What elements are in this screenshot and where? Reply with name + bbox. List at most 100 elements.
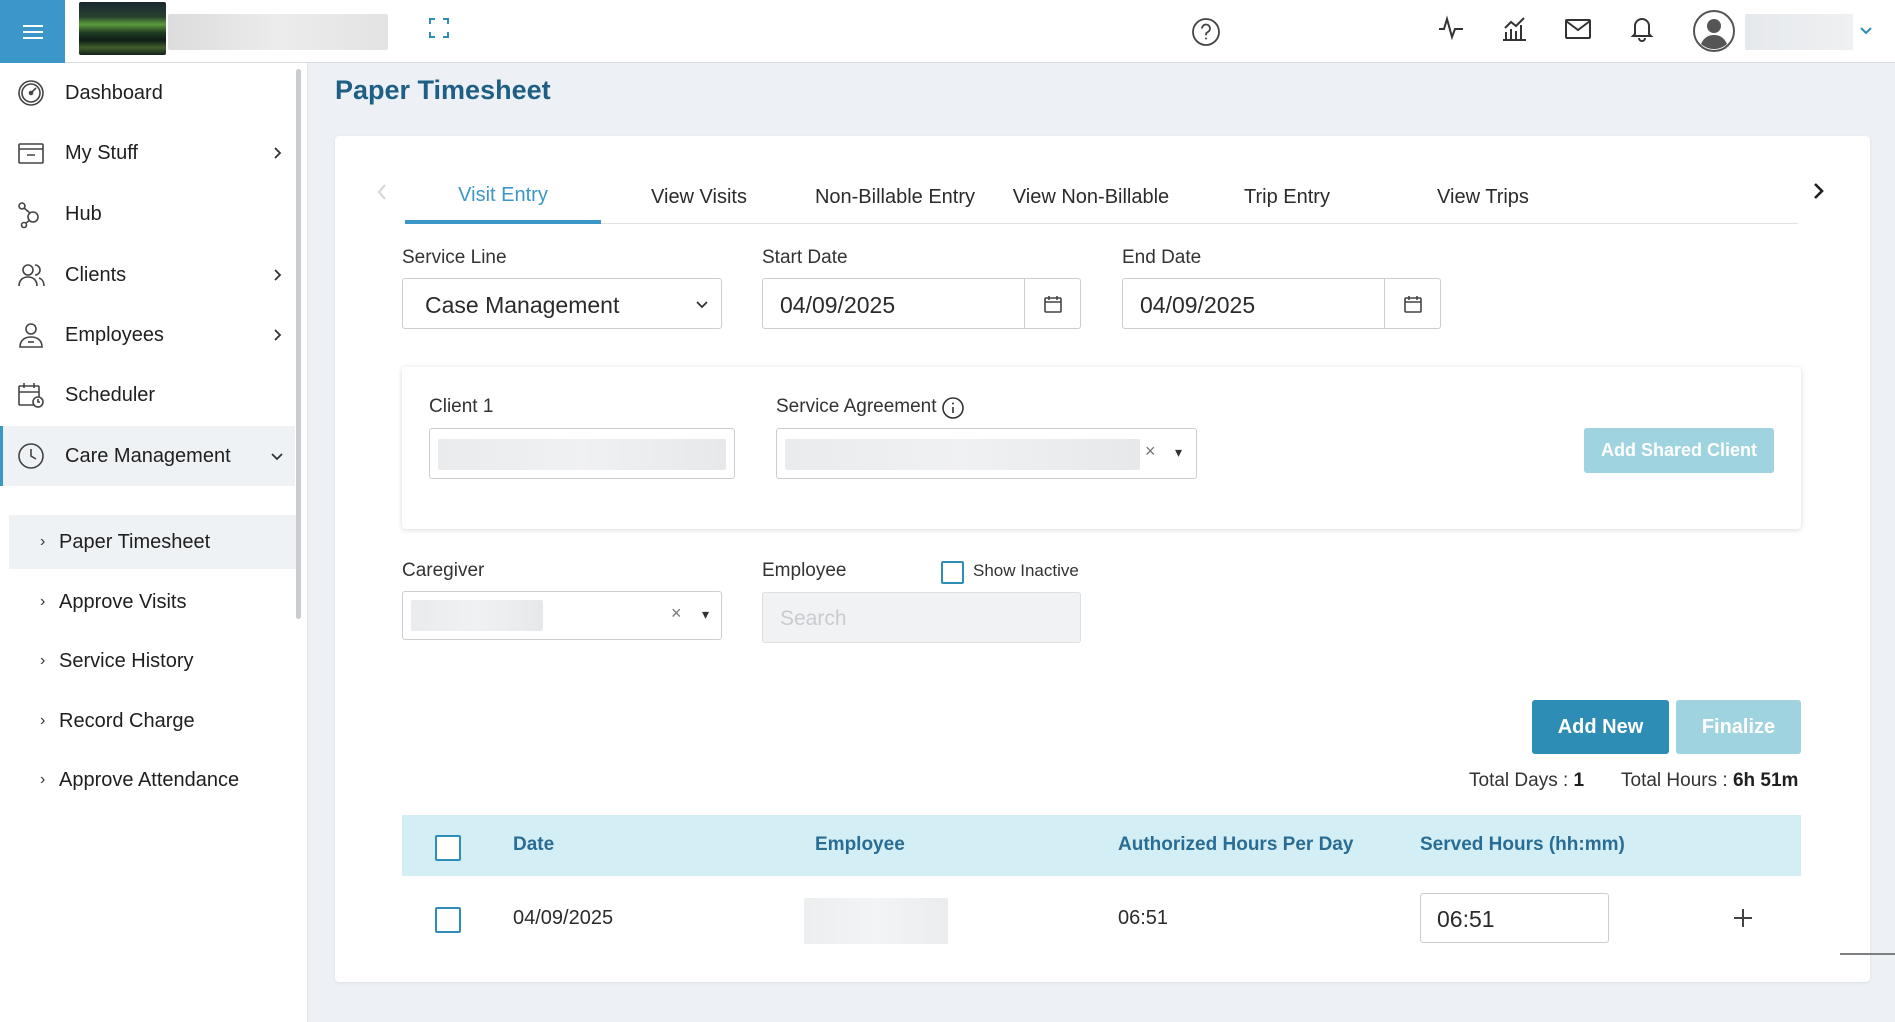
caret-down-icon[interactable]: ▾ (702, 606, 709, 623)
bell-icon[interactable] (1628, 14, 1656, 42)
clear-icon[interactable]: × (671, 603, 682, 624)
sidebar-item-my-stuff[interactable]: My Stuff (0, 123, 295, 183)
start-date-label: Start Date (762, 247, 848, 268)
users-icon (18, 264, 45, 287)
help-icon[interactable] (1191, 17, 1221, 47)
column-header-served-hours[interactable]: Served Hours (hh:mm) (1420, 834, 1625, 856)
caregiver-select[interactable]: × ▾ (402, 591, 722, 640)
activity-icon[interactable] (1437, 14, 1465, 42)
caret-down-icon[interactable]: ▾ (1175, 444, 1182, 461)
calendar-icon (1403, 295, 1422, 313)
client-label: Client 1 (429, 396, 494, 417)
row-checkbox[interactable] (435, 907, 461, 933)
divider (1840, 953, 1895, 955)
column-header-authorized-hours[interactable]: Authorized Hours Per Day (1118, 834, 1353, 856)
column-header-employee[interactable]: Employee (815, 834, 905, 856)
caregiver-value-redacted (411, 600, 543, 631)
plus-icon[interactable] (1732, 907, 1754, 929)
sidebar-subitem-label: Record Charge (59, 709, 195, 732)
sidebar-item-label: Scheduler (65, 383, 156, 406)
tab-view-visits[interactable]: View Visits (601, 170, 797, 224)
chevron-right-icon: › (40, 652, 46, 669)
end-date-calendar-button[interactable] (1384, 279, 1440, 328)
org-name-redacted (168, 14, 388, 50)
total-hours-label: Total Hours : (1621, 770, 1728, 791)
calendar-clock-icon (18, 383, 44, 408)
sidebar-item-clients[interactable]: Clients (0, 245, 295, 305)
tab-view-trips[interactable]: View Trips (1385, 170, 1581, 224)
tabs-next-icon[interactable] (1812, 181, 1826, 201)
info-icon[interactable] (941, 396, 965, 420)
calendar-icon (1043, 295, 1062, 313)
sidebar-subitem-record-charge[interactable]: › Record Charge (9, 694, 296, 748)
sidebar-item-scheduler[interactable]: Scheduler (0, 365, 295, 425)
tab-trip-entry[interactable]: Trip Entry (1189, 170, 1385, 224)
top-bar (0, 0, 1895, 63)
inbox-tray-icon (18, 143, 44, 164)
tab-non-billable-entry[interactable]: Non-Billable Entry (797, 170, 993, 224)
sidebar-subitem-approve-visits[interactable]: › Approve Visits (9, 575, 296, 629)
fullscreen-icon[interactable] (428, 17, 450, 39)
service-line-value: Case Management (425, 292, 620, 318)
start-date-field[interactable]: 04/09/2025 (762, 278, 1081, 329)
finalize-button[interactable]: Finalize (1676, 700, 1801, 754)
column-header-date[interactable]: Date (513, 834, 554, 856)
start-date-calendar-button[interactable] (1024, 279, 1080, 328)
menu-toggle-button[interactable] (0, 0, 65, 63)
tabs-prev-icon[interactable] (376, 182, 388, 202)
sidebar-scrollbar[interactable] (296, 69, 301, 619)
served-hours-input[interactable]: 06:51 (1420, 893, 1609, 943)
hamburger-icon (22, 24, 43, 39)
employee-label: Employee (762, 560, 847, 581)
service-agreement-select[interactable]: × ▾ (776, 428, 1197, 479)
sidebar-subitem-paper-timesheet[interactable]: › Paper Timesheet (9, 515, 296, 569)
mail-icon[interactable] (1564, 17, 1592, 41)
show-inactive-checkbox[interactable] (941, 561, 964, 584)
service-line-select[interactable]: Case Management (402, 278, 722, 329)
employee-search-input: Search (762, 592, 1081, 643)
chevron-down-icon[interactable] (1858, 22, 1874, 38)
sidebar-item-hub[interactable]: Hub (0, 184, 295, 244)
client-value-redacted (438, 439, 726, 470)
total-days-value: 1 (1573, 770, 1585, 791)
tab-bar: Visit Entry View Visits Non-Billable Ent… (405, 170, 1798, 224)
sidebar-item-dashboard[interactable]: Dashboard (0, 63, 295, 123)
end-date-label: End Date (1122, 247, 1202, 268)
show-inactive-label: Show Inactive (973, 561, 1079, 580)
tab-visit-entry[interactable]: Visit Entry (405, 170, 601, 224)
add-new-button[interactable]: Add New (1532, 700, 1669, 754)
employee-icon (19, 323, 43, 348)
hub-icon (18, 202, 39, 229)
clock-icon (18, 443, 44, 469)
total-days-label: Total Days : (1469, 770, 1569, 791)
org-logo (79, 2, 166, 55)
sidebar-subitem-service-history[interactable]: › Service History (9, 634, 296, 688)
chevron-right-icon (274, 269, 282, 281)
select-all-checkbox[interactable] (435, 835, 461, 861)
service-line-label: Service Line (402, 247, 507, 268)
employee-search-placeholder: Search (780, 607, 847, 630)
total-hours: Total Hours : 6h 51m (1621, 770, 1798, 792)
page-title: Paper Timesheet (335, 75, 551, 105)
sidebar-subitem-approve-attendance[interactable]: › Approve Attendance (9, 753, 296, 807)
sidebar-item-care-management[interactable]: Care Management (0, 426, 295, 486)
service-agreement-label: Service Agreement (776, 396, 937, 417)
row-employee-redacted (804, 898, 948, 944)
sidebar-item-employees[interactable]: Employees (0, 305, 295, 365)
add-shared-client-button[interactable]: Add Shared Client (1584, 428, 1774, 473)
sidebar-item-label: Dashboard (65, 81, 163, 104)
user-name-redacted[interactable] (1745, 14, 1853, 50)
user-avatar-icon[interactable] (1693, 10, 1735, 52)
analytics-icon[interactable] (1500, 15, 1528, 43)
chevron-right-icon: › (40, 771, 46, 788)
row-date: 04/09/2025 (513, 907, 614, 929)
chevron-right-icon (274, 329, 282, 341)
end-date-field[interactable]: 04/09/2025 (1122, 278, 1441, 329)
sidebar-subitem-label: Approve Attendance (59, 768, 240, 791)
chevron-right-icon (274, 147, 282, 159)
client-input[interactable] (429, 428, 735, 479)
clear-icon[interactable]: × (1145, 441, 1156, 462)
sidebar-subitem-label: Paper Timesheet (59, 530, 211, 553)
sidebar-item-label: Hub (65, 202, 102, 225)
tab-view-non-billable[interactable]: View Non-Billable (993, 170, 1189, 224)
